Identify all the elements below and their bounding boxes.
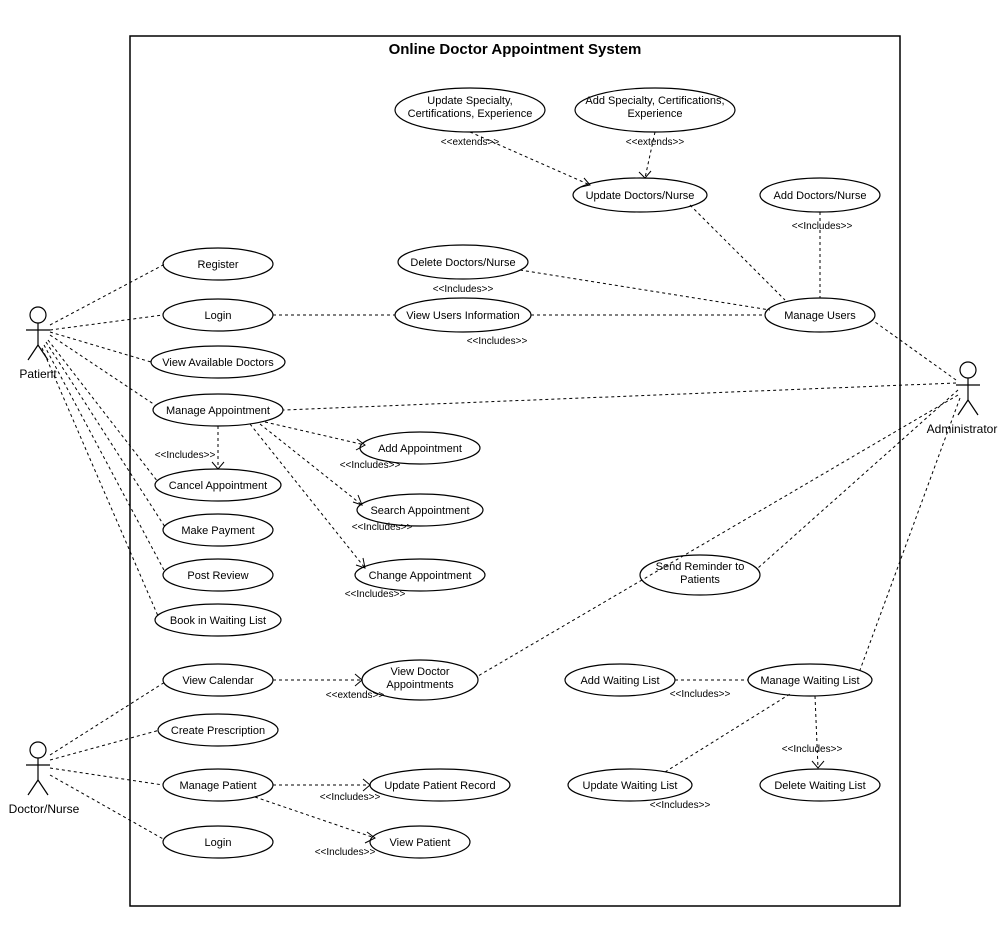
actor-patient-label: Patient xyxy=(19,367,57,381)
actor-doctor-label: Doctor/Nurse xyxy=(9,802,80,816)
actor-doctor: Doctor/Nurse xyxy=(9,742,80,816)
st-ext-viewcal: <<extends>> xyxy=(326,690,385,701)
uc-search-appt-label: Search Appointment xyxy=(370,505,469,517)
uc-delete-wait-label: Delete Waiting List xyxy=(774,780,865,792)
st-inc-change: <<Includes>> xyxy=(345,589,406,600)
assoc-doctor-viewcal xyxy=(50,682,165,755)
st-inc-viewpatient: <<Includes>> xyxy=(315,847,376,858)
assoc-patient-register xyxy=(50,264,165,325)
st-inc-search: <<Includes>> xyxy=(352,522,413,533)
actor-admin: Administrator xyxy=(927,362,998,436)
uc-manage-appt-label: Manage Appointment xyxy=(166,405,270,417)
assoc-doctor-managepatient xyxy=(50,768,163,785)
uc-view-avail-label: View Available Doctors xyxy=(162,357,274,369)
uc-update-prec-label: Update Patient Record xyxy=(384,780,495,792)
uc-book-wait-label: Book in Waiting List xyxy=(170,615,266,627)
assoc-patient-review xyxy=(44,345,165,572)
st-inc-updaterec: <<Includes>> xyxy=(320,792,381,803)
assoc-patient-pay xyxy=(46,342,165,527)
uc-send-rem-l2: Patients xyxy=(680,574,720,586)
assoc-admin-viewdocappt xyxy=(478,395,958,676)
assoc-admin-sendrem xyxy=(758,390,958,568)
uc-manage-wait-label: Manage Waiting List xyxy=(760,675,859,687)
st-inc-addwait: <<Includes>> xyxy=(670,689,731,700)
st-ext-2: <<extends>> xyxy=(626,137,685,148)
uc-login2-label: Login xyxy=(205,837,232,849)
st-inc-cancel: <<Includes>> xyxy=(155,450,216,461)
st-inc-adddn: <<Includes>> xyxy=(792,221,853,232)
uc-manage-users-label: Manage Users xyxy=(784,310,856,322)
uc-send-rem-l1: Send Reminder to xyxy=(656,561,745,573)
rel-updatedn-manageusers xyxy=(690,205,785,300)
uc-view-patient-label: View Patient xyxy=(390,837,451,849)
uc-view-doc-appt-l1: View Doctor xyxy=(390,666,449,678)
actor-patient: Patient xyxy=(19,307,57,381)
rel-managepatient-viewpatient xyxy=(255,797,375,838)
uc-update-dn-label: Update Doctors/Nurse xyxy=(586,190,695,202)
uc-view-users-label: View Users Information xyxy=(406,310,520,322)
uc-add-spec-l2: Experience xyxy=(627,108,682,120)
assoc-admin-manageappt xyxy=(283,383,956,410)
uc-update-spec-l1: Update Specialty, xyxy=(427,95,512,107)
st-ext-1: <<extends>> xyxy=(441,137,500,148)
st-inc-addappt: <<Includes>> xyxy=(340,460,401,471)
uc-view-doc-appt-l2: Appointments xyxy=(386,679,454,691)
st-inc-updatewait: <<Includes>> xyxy=(650,800,711,811)
uc-create-rx-label: Create Prescription xyxy=(171,725,265,737)
assoc-admin-managewait xyxy=(860,398,960,670)
assoc-patient-manageappt xyxy=(50,335,155,405)
actor-admin-label: Administrator xyxy=(927,422,998,436)
uc-delete-dn-label: Delete Doctors/Nurse xyxy=(410,257,515,269)
uc-cancel-appt-label: Cancel Appointment xyxy=(169,480,267,492)
uc-post-review-label: Post Review xyxy=(187,570,248,582)
diagram-title: Online Doctor Appointment System xyxy=(389,41,642,58)
assoc-patient-viewavail xyxy=(50,332,151,362)
rel-manageappt-change xyxy=(250,424,365,568)
uc-register-label: Register xyxy=(198,259,239,271)
assoc-patient-cancel xyxy=(48,340,158,482)
assoc-patient-bookwait xyxy=(42,348,158,616)
rel-updatewait-managewait xyxy=(665,694,790,772)
uc-update-spec-l2: Certifications, Experience xyxy=(408,108,533,120)
uc-change-appt-label: Change Appointment xyxy=(369,570,472,582)
uc-manage-patient-label: Manage Patient xyxy=(179,780,256,792)
st-inc-deletedn: <<Includes>> xyxy=(433,284,494,295)
uc-add-dn-label: Add Doctors/Nurse xyxy=(774,190,867,202)
uc-view-cal-label: View Calendar xyxy=(182,675,254,687)
uc-update-wait-label: Update Waiting List xyxy=(583,780,678,792)
assoc-admin-manageusers xyxy=(875,322,956,380)
uc-login1-label: Login xyxy=(205,310,232,322)
rel-managewait-deletewait xyxy=(815,696,818,768)
st-inc-deletewait: <<Includes>> xyxy=(782,744,843,755)
rel-manageappt-addappt xyxy=(265,422,365,445)
uc-add-spec-l1: Add Specialty, Certifications, xyxy=(585,95,724,107)
assoc-patient-login xyxy=(50,315,163,330)
uc-add-appt-label: Add Appointment xyxy=(378,443,462,455)
uc-make-pay-label: Make Payment xyxy=(181,525,254,537)
rel-deletedn-manageusers xyxy=(520,270,770,310)
st-inc-viewusers: <<Includes>> xyxy=(467,336,528,347)
uc-add-wait-label: Add Waiting List xyxy=(580,675,659,687)
